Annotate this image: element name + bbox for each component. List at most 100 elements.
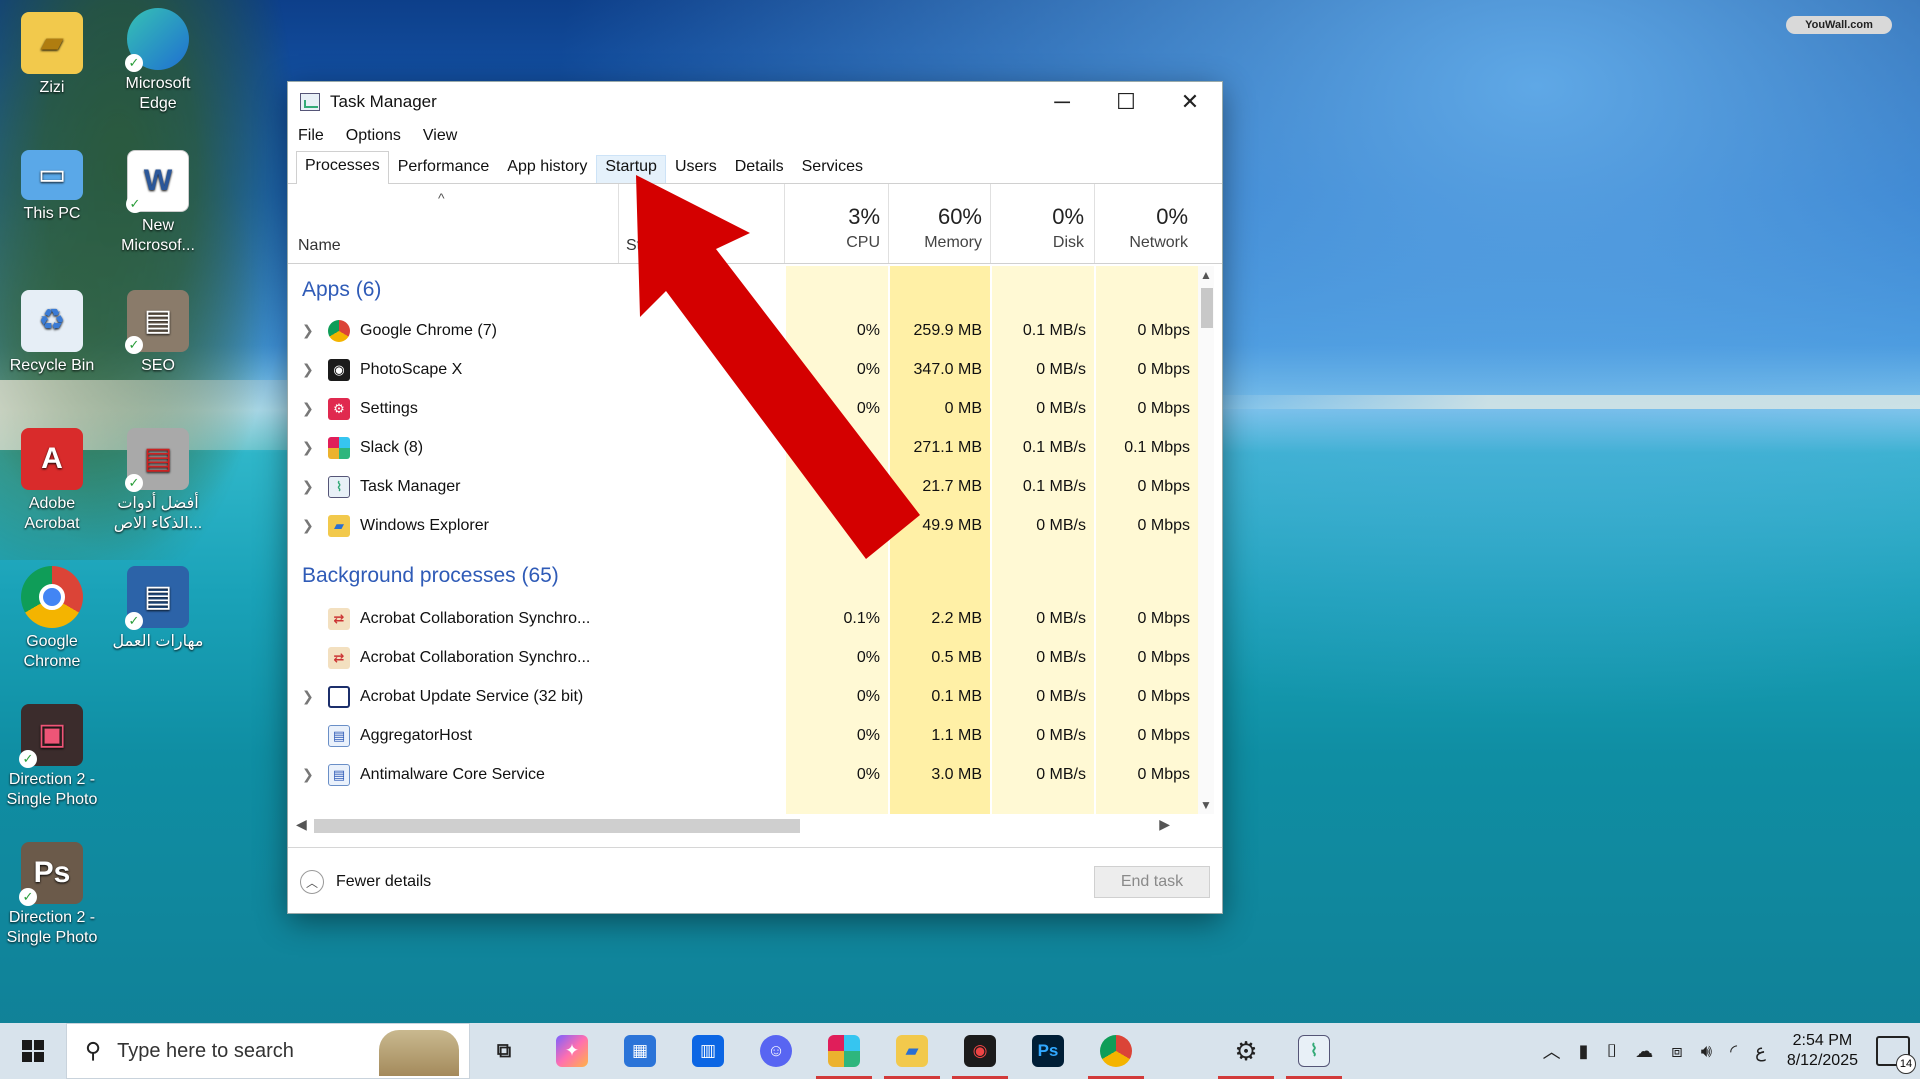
- vertical-scrollbar[interactable]: ▲ ▼: [1198, 266, 1214, 814]
- tab-processes[interactable]: Processes: [296, 151, 389, 184]
- search-box[interactable]: ⚲ Type here to search: [66, 1023, 470, 1079]
- menu-options[interactable]: Options: [346, 127, 401, 145]
- desktop-icon-this-pc[interactable]: ▭ This PC: [0, 150, 104, 224]
- tab-users[interactable]: Users: [666, 155, 726, 183]
- tab-startup[interactable]: Startup: [596, 155, 666, 183]
- volume-icon[interactable]: 🔊︎: [1701, 1041, 1712, 1062]
- process-name: AggregatorHost: [360, 727, 473, 744]
- expand-chevron-icon[interactable]: ❯: [302, 517, 314, 534]
- title-bar[interactable]: Task Manager ─ ☐ ✕: [288, 82, 1222, 122]
- fewer-details-button[interactable]: ︿ Fewer details: [300, 870, 431, 894]
- process-row[interactable]: ⇄ Acrobat Collaboration Synchro... 0.1% …: [288, 600, 1198, 639]
- process-row[interactable]: ❯ Slack (8) 271.1 MB 0.1 MB/s 0.1 Mbps: [288, 429, 1198, 468]
- process-row[interactable]: ❯ ◉ PhotoScape X 0% 347.0 MB 0 MB/s 0 Mb…: [288, 351, 1198, 390]
- scroll-down-icon[interactable]: ▼: [1200, 798, 1212, 812]
- pdf-icon: ▤ ✓: [125, 566, 189, 630]
- end-task-button[interactable]: End task: [1094, 866, 1210, 898]
- taskbar-file-explorer[interactable]: ▰: [878, 1023, 946, 1079]
- desktop-icon-chrome[interactable]: Google Chrome: [0, 566, 104, 672]
- process-row[interactable]: ❯ Acrobat Update Service (32 bit) 0% 0.1…: [288, 678, 1198, 717]
- desktop-icon-word-doc[interactable]: W ✓ New Microsof...: [106, 150, 210, 256]
- process-row[interactable]: ❯ ⚙ Settings φ 0% 0 MB 0 MB/s 0 Mbps: [288, 390, 1198, 429]
- process-row[interactable]: ❯ ▰ Windows Explorer 0.1 49.9 MB 0 MB/s …: [288, 507, 1198, 546]
- menu-file[interactable]: File: [298, 127, 324, 145]
- disk-label: Disk: [1052, 234, 1084, 251]
- taskbar-slack[interactable]: [810, 1023, 878, 1079]
- desktop-icon-acrobat[interactable]: A Adobe Acrobat: [0, 428, 104, 534]
- column-disk[interactable]: 0% Disk: [984, 204, 1084, 252]
- column-cpu[interactable]: 3% CPU: [780, 204, 880, 252]
- taskbar-trello[interactable]: ▥: [674, 1023, 742, 1079]
- clock[interactable]: 2:54 PM 8/12/2025: [1787, 1031, 1858, 1071]
- taskbar-discord[interactable]: ☺: [742, 1023, 810, 1079]
- column-network[interactable]: 0% Network: [1088, 204, 1188, 252]
- scroll-up-icon[interactable]: ▲: [1200, 268, 1212, 282]
- desktop-icon-work-skills[interactable]: ▤ ✓ مهارات العمل: [106, 566, 210, 652]
- meet-now-icon[interactable]: ⧈: [1671, 1041, 1682, 1062]
- tab-services[interactable]: Services: [793, 155, 872, 183]
- expand-chevron-icon[interactable]: ❯: [302, 439, 314, 456]
- close-button[interactable]: ✕: [1158, 82, 1222, 122]
- group-apps[interactable]: Apps (6): [302, 278, 381, 302]
- expand-chevron-icon[interactable]: ❯: [302, 766, 314, 783]
- show-hidden-icons-icon[interactable]: ︿: [1543, 1038, 1561, 1064]
- desktop-icon-direction-2a[interactable]: ▣ ✓ Direction 2 - Single Photo: [0, 704, 104, 810]
- expand-chevron-icon[interactable]: ❯: [302, 400, 314, 417]
- column-status[interactable]: St: [626, 237, 641, 255]
- battery-icon[interactable]: ⌷: [1606, 1041, 1617, 1062]
- file-explorer-icon: ▰: [328, 515, 350, 537]
- desktop-icon-label: New Microsof...: [121, 217, 195, 254]
- wifi-icon[interactable]: ◜: [1730, 1041, 1737, 1062]
- group-background[interactable]: Background processes (65): [302, 564, 559, 588]
- network-value: 0 Mbps: [1137, 727, 1190, 744]
- desktop-icon-direction-2b[interactable]: Ps ✓ Direction 2 - Single Photo: [0, 842, 104, 948]
- onedrive-cloud-icon[interactable]: ☁: [1635, 1041, 1653, 1062]
- start-button[interactable]: [0, 1023, 66, 1079]
- process-row[interactable]: ❯ ⌇ Task Manager 21.7 MB 0.1 MB/s 0 Mbps: [288, 468, 1198, 507]
- taskbar-store[interactable]: ▦: [606, 1023, 674, 1079]
- cpu-value: 0%: [856, 766, 880, 783]
- watermark: YouWall.com: [1786, 16, 1892, 34]
- tab-app-history[interactable]: App history: [498, 155, 596, 183]
- desktop-icon-recycle-bin[interactable]: ♻ Recycle Bin: [0, 290, 104, 376]
- column-name[interactable]: Name: [298, 237, 341, 255]
- desktop-icon-zizi[interactable]: ▰ Zizi: [0, 12, 104, 98]
- column-memory[interactable]: 60% Memory: [882, 204, 982, 252]
- tab-performance[interactable]: Performance: [389, 155, 499, 183]
- scroll-left-icon[interactable]: ◀: [296, 816, 307, 833]
- process-row[interactable]: ▤ AggregatorHost 0% 1.1 MB 0 MB/s 0 Mbps: [288, 717, 1198, 756]
- minimize-button[interactable]: ─: [1030, 82, 1094, 122]
- taskbar-task-manager[interactable]: ⌇: [1280, 1023, 1348, 1079]
- desktop-icon-label: Adobe Acrobat: [24, 495, 80, 532]
- desktop-icon-seo[interactable]: ▤ ✓ SEO: [106, 290, 210, 376]
- process-row[interactable]: ⇄ Acrobat Collaboration Synchro... 0% 0.…: [288, 639, 1198, 678]
- tab-details[interactable]: Details: [726, 155, 793, 183]
- process-row[interactable]: ❯ ▤ Antimalware Core Service 0% 3.0 MB 0…: [288, 756, 1198, 795]
- scroll-thumb[interactable]: [1201, 288, 1213, 328]
- cpu-value: 0%: [856, 322, 880, 339]
- maximize-button[interactable]: ☐: [1094, 82, 1158, 122]
- menu-view[interactable]: View: [423, 127, 457, 145]
- copilot-icon: ✦: [556, 1035, 588, 1067]
- expand-chevron-icon[interactable]: ❯: [302, 361, 314, 378]
- notification-center-icon[interactable]: 14: [1876, 1036, 1916, 1074]
- taskbar-copilot[interactable]: ✦: [538, 1023, 606, 1079]
- input-language-indicator[interactable]: ع: [1755, 1041, 1766, 1062]
- taskbar-photoscape[interactable]: ◉: [946, 1023, 1014, 1079]
- memory-value: 1.1 MB: [931, 727, 982, 744]
- task-view-button[interactable]: ⧉: [470, 1023, 538, 1079]
- desktop-icon-ai-tools[interactable]: ▤ ✓ أفضل أدوات الذكاء الاص...: [106, 428, 210, 534]
- taskbar-settings[interactable]: ⚙: [1212, 1023, 1280, 1079]
- scroll-thumb[interactable]: [314, 819, 800, 833]
- search-icon: ⚲: [85, 1038, 102, 1063]
- expand-chevron-icon[interactable]: ❯: [302, 322, 314, 339]
- tray-app-icon[interactable]: ▮: [1579, 1041, 1589, 1062]
- scroll-right-icon[interactable]: ▶: [1159, 816, 1170, 833]
- taskbar-photoshop[interactable]: Ps: [1014, 1023, 1082, 1079]
- expand-chevron-icon[interactable]: ❯: [302, 478, 314, 495]
- horizontal-scrollbar[interactable]: ◀ ▶: [294, 816, 1194, 834]
- process-row[interactable]: ❯ Google Chrome (7) 0% 259.9 MB 0.1 MB/s…: [288, 312, 1198, 351]
- desktop-icon-edge[interactable]: ✓ Microsoft Edge: [106, 8, 210, 114]
- expand-chevron-icon[interactable]: ❯: [302, 688, 314, 705]
- taskbar-chrome[interactable]: [1082, 1023, 1150, 1079]
